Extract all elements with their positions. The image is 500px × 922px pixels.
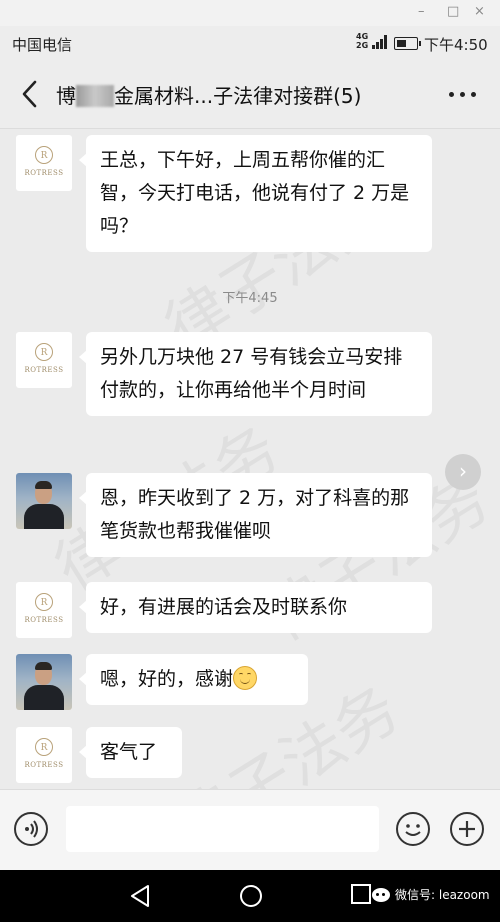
chat-header: 博 金属材料...子法律对接群(5) [0,62,500,129]
network-type-bottom: 2G [356,41,369,50]
logo-brand: ROTRESS [24,169,64,177]
message-input[interactable] [66,806,379,852]
logo-brand: ROTRESS [24,616,64,624]
message-bubble[interactable]: 恩，昨天收到了 2 万，对了科喜的那笔货款也帮我催催呗 [79,473,432,557]
group-title-prefix: 博 [56,84,76,108]
logo-brand: ROTRESS [24,761,64,769]
logo-brand: ROTRESS [24,366,64,374]
message-bubble[interactable]: 另外几万块他 27 号有钱会立马安排付款的，让你再给他半个月时间 [79,332,432,416]
smile-emoji-icon [233,666,258,690]
avatar[interactable]: R ROTRESS [16,135,72,191]
message-bubble[interactable]: 嗯，好的，感谢 [79,654,308,705]
input-bar [0,789,500,871]
wechat-watermark: 微信号: leazoom [372,886,490,903]
scroll-next-icon[interactable]: › [445,454,481,490]
voice-icon[interactable] [14,812,48,846]
avatar[interactable] [16,473,72,529]
message-bubble[interactable]: 好，有进展的话会及时联系你 [79,582,432,633]
network-type: 4G 2G [356,32,368,50]
status-bar: 中国电信 4G 2G 下午4:50 [0,26,500,62]
nav-back-icon[interactable] [128,883,152,909]
signal-icon [372,35,387,49]
logo-letter: R [35,343,53,361]
minimize-button[interactable]: – [418,4,425,19]
group-title: 博 金属材料...子法律对接群(5) [56,80,361,109]
timestamp: 下午4:45 [222,291,278,306]
close-button[interactable]: × [474,4,485,19]
nav-home-icon[interactable] [238,883,264,909]
nav-recents-icon[interactable] [350,883,372,905]
chat-area[interactable]: 律子法务 律子法务 律子法务 律子法务 R ROTRESS 王总，下午好，上周五… [0,129,500,789]
avatar[interactable]: R ROTRESS [16,727,72,783]
restore-button[interactable]: □ [447,4,459,19]
plus-icon[interactable] [450,812,484,846]
message-bubble[interactable]: 客气了 [79,727,182,778]
redacted-blur [76,85,114,107]
status-time: 下午4:50 [424,36,488,54]
logo-letter: R [35,593,53,611]
avatar[interactable] [16,654,72,710]
wechat-account: 微信号: leazoom [395,888,490,902]
battery-icon [394,37,421,50]
wechat-icon [372,888,390,902]
window-chrome: – □ × [0,0,500,26]
system-nav-bar: 微信号: leazoom [0,870,500,922]
network-type-top: 4G [356,32,369,41]
logo-letter: R [35,738,53,756]
message-text: 嗯，好的，感谢 [100,668,234,690]
back-icon[interactable] [16,76,46,112]
group-title-suffix: 金属材料...子法律对接群(5) [114,84,362,108]
avatar[interactable]: R ROTRESS [16,332,72,388]
logo-letter: R [35,146,53,164]
emoji-icon[interactable] [396,812,430,846]
more-icon[interactable] [446,80,480,110]
message-bubble[interactable]: 王总，下午好，上周五帮你催的汇智，今天打电话，他说有付了 2 万是吗？ [79,135,432,252]
carrier-name: 中国电信 [12,36,73,54]
avatar[interactable]: R ROTRESS [16,582,72,638]
